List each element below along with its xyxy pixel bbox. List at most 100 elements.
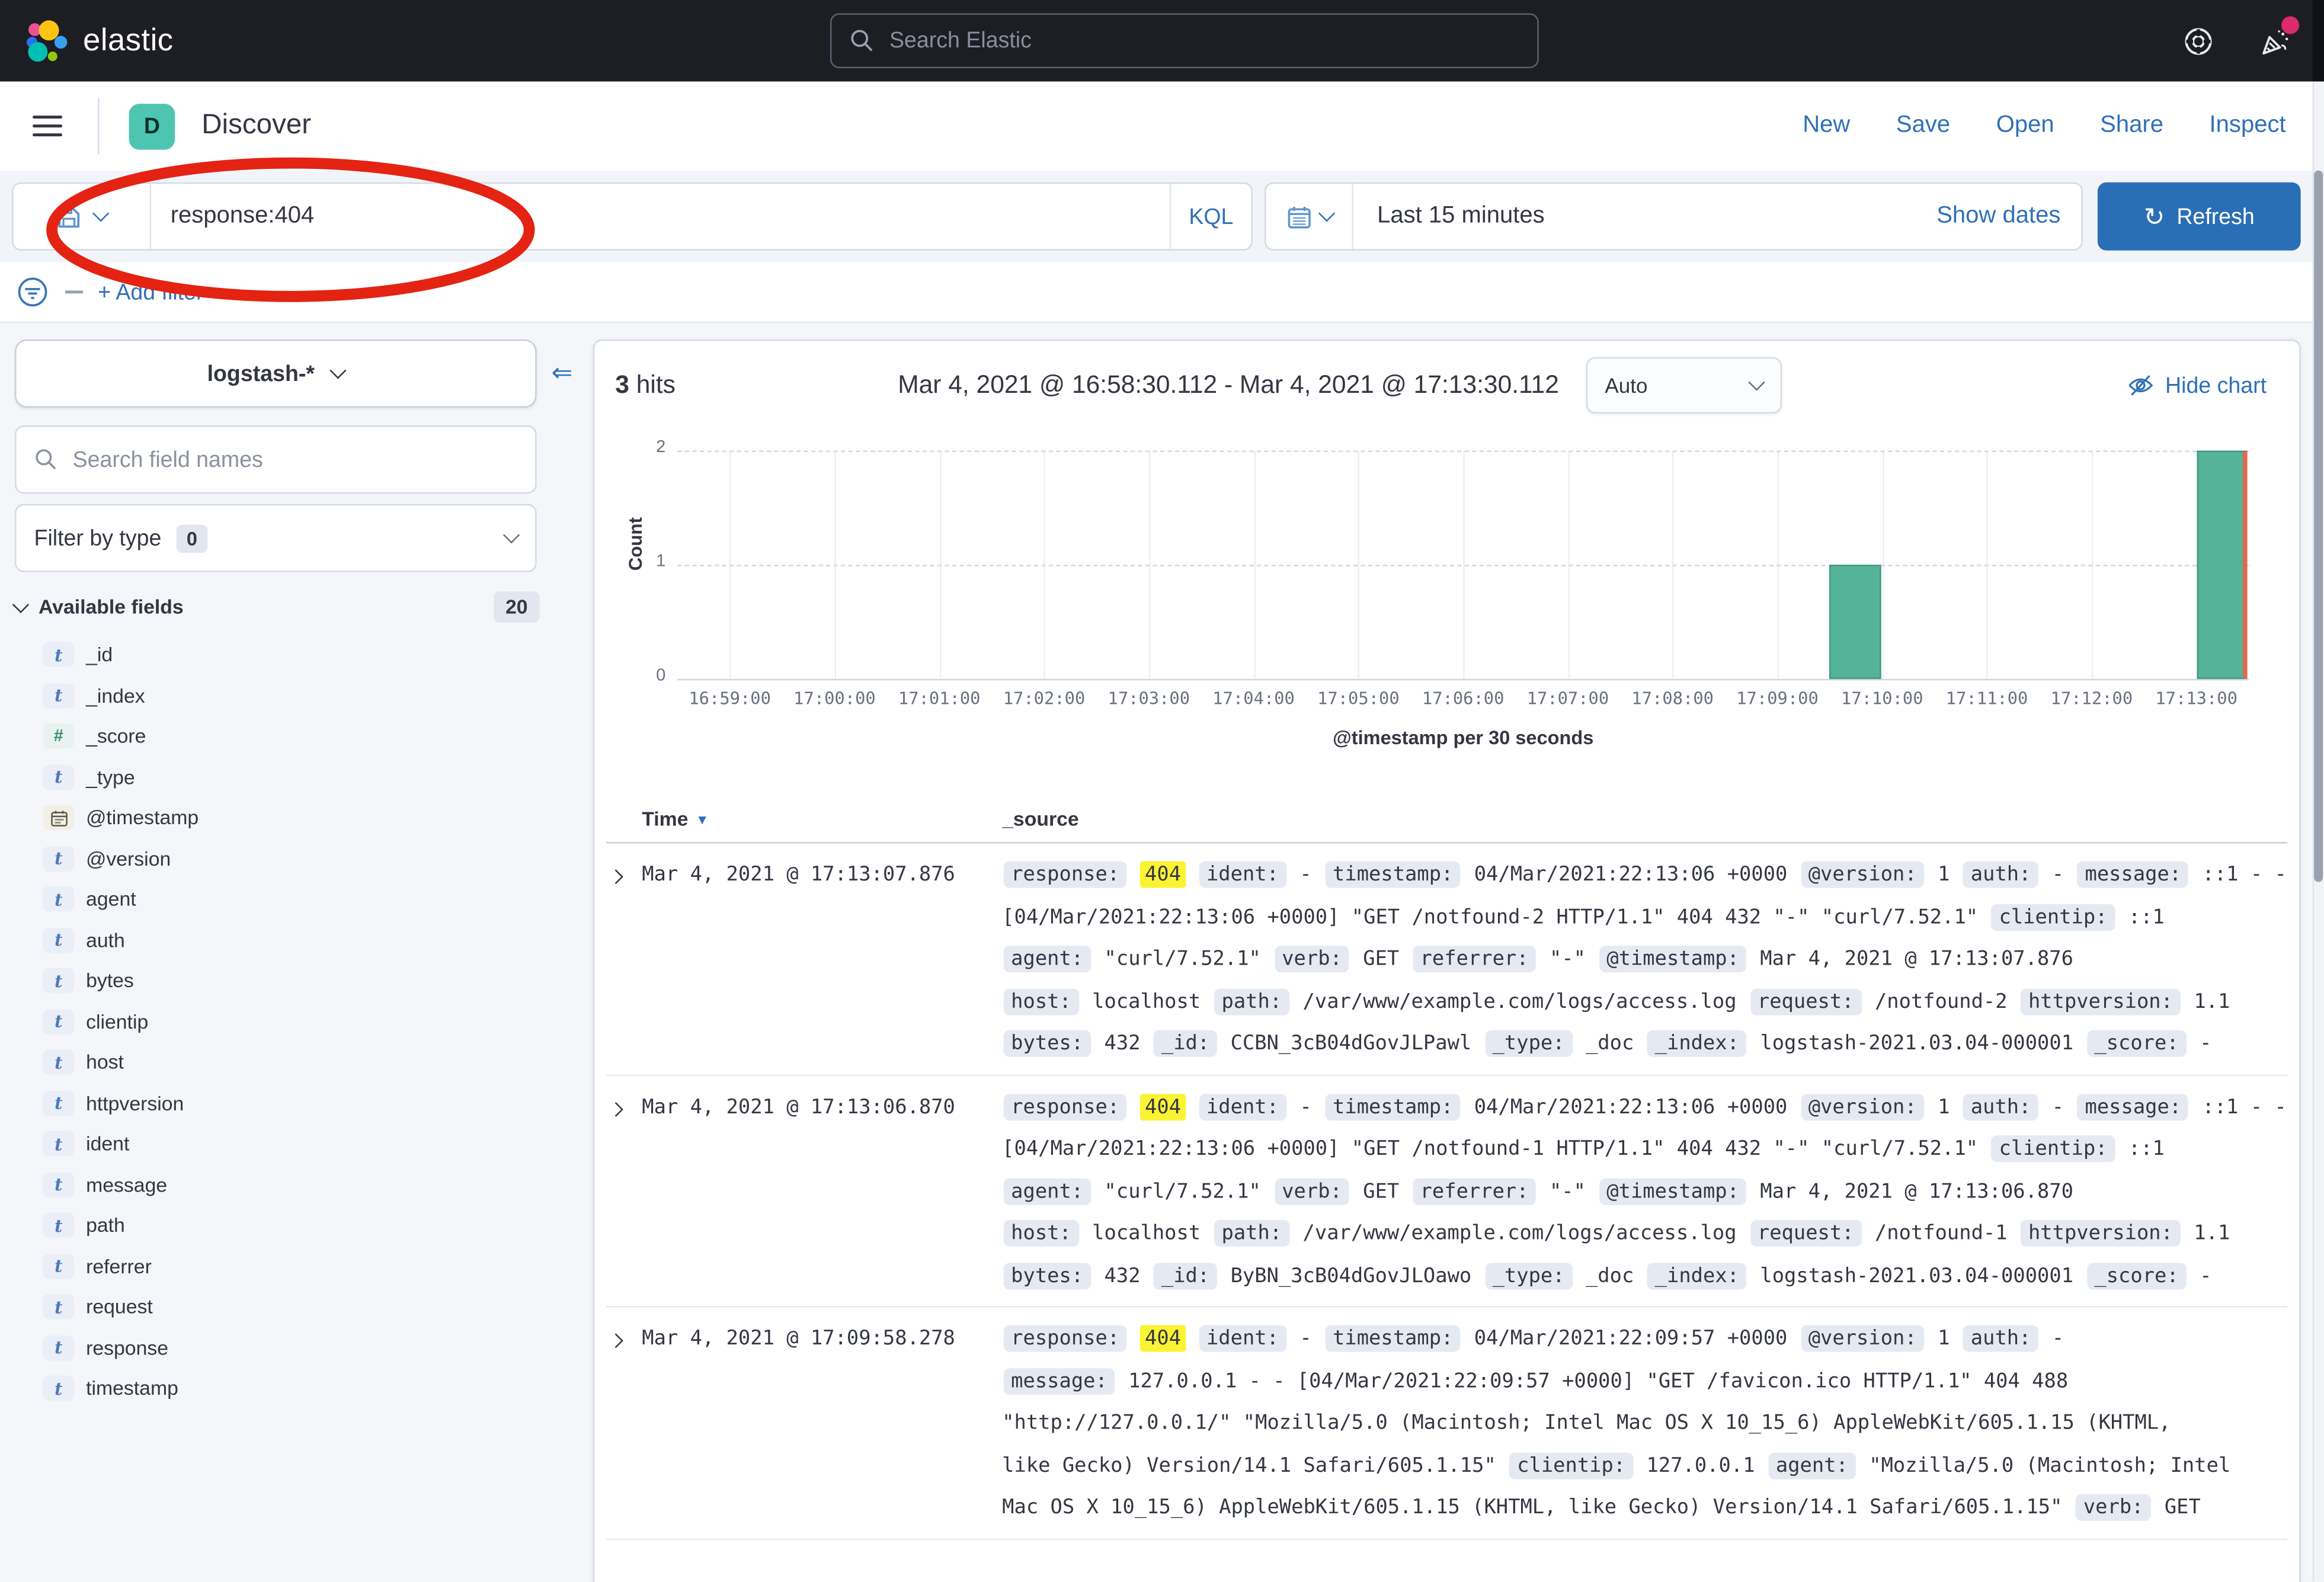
header-action-save[interactable]: Save <box>1896 113 1950 139</box>
field-item[interactable]: treferrer <box>15 1246 587 1287</box>
header-action-share[interactable]: Share <box>2100 113 2163 139</box>
expand-row-button[interactable] <box>606 1318 642 1529</box>
field-item[interactable]: thost <box>15 1042 587 1083</box>
source-text: "-" <box>1538 947 1598 971</box>
chart-plot-area: 16:59:0017:00:0017:01:0017:02:0017:03:00… <box>677 451 2249 681</box>
source-text: localhost <box>1080 989 1213 1013</box>
field-name: _type <box>86 766 135 789</box>
source-field-badge: auth: <box>1963 1325 2038 1352</box>
newsfeed-icon[interactable] <box>2259 24 2292 57</box>
available-fields-header[interactable]: Available fields 20 <box>15 591 540 623</box>
field-item[interactable]: tagent <box>15 879 587 920</box>
saved-query-menu-button[interactable] <box>14 184 152 249</box>
time-column-header[interactable]: Time ▼ <box>642 808 1002 830</box>
field-type-text-icon: t <box>43 642 75 668</box>
x-axis-label: @timestamp per 30 seconds <box>677 726 2249 749</box>
index-pattern-selector[interactable]: logstash-* <box>15 340 537 408</box>
source-field-badge: _id: <box>1154 1262 1217 1289</box>
field-type-text-icon: t <box>43 1295 75 1320</box>
field-item[interactable]: tauth <box>15 920 587 960</box>
divider <box>98 98 100 154</box>
source-text <box>1186 863 1198 886</box>
field-item[interactable]: tclientip <box>15 1001 587 1042</box>
source-field-badge: verb: <box>1275 1178 1350 1205</box>
search-icon <box>34 448 58 472</box>
source-text: - <box>1288 1095 1324 1119</box>
field-type-text-icon: t <box>43 1131 75 1157</box>
field-item[interactable]: thttpversion <box>15 1083 587 1123</box>
field-item[interactable]: tident <box>15 1123 587 1164</box>
hide-chart-button[interactable]: Hide chart <box>2127 372 2267 399</box>
highlighted-value: 404 <box>1141 861 1186 888</box>
field-search-input[interactable]: Search field names <box>15 425 537 494</box>
help-icon[interactable] <box>2182 24 2215 57</box>
field-item[interactable]: ttimestamp <box>15 1368 587 1409</box>
query-language-button[interactable]: KQL <box>1170 184 1251 249</box>
global-search-placeholder: Search Elastic <box>889 28 1032 54</box>
chart-x-tick-label: 17:07:00 <box>1516 688 1619 709</box>
field-list: t_idt_index#_scoret_type@timestampt@vers… <box>15 635 587 1409</box>
field-item[interactable]: tpath <box>15 1205 587 1246</box>
discover-app-badge[interactable]: D <box>129 103 175 149</box>
refresh-button[interactable]: ↻ Refresh <box>2098 182 2301 251</box>
row-time: Mar 4, 2021 @ 17:13:06.870 <box>642 1085 1002 1296</box>
scrollbar-thumb[interactable] <box>2314 171 2323 882</box>
field-item[interactable]: t@version <box>15 838 587 879</box>
source-field-badge: host: <box>1004 1220 1079 1247</box>
chart-bar[interactable] <box>1830 565 1881 679</box>
source-line: message: 127.0.0.1 - - [04/Mar/2021:22:0… <box>1002 1360 2287 1402</box>
eye-slash-icon <box>2127 372 2153 399</box>
field-name: ident <box>86 1133 129 1155</box>
header-action-open[interactable]: Open <box>1996 113 2054 139</box>
field-item[interactable]: t_index <box>15 675 587 716</box>
elastic-logo-icon <box>24 18 68 63</box>
field-type-number-icon: # <box>43 723 75 749</box>
chart-x-tick-label: 17:04:00 <box>1202 688 1305 709</box>
filter-by-type-dropdown[interactable]: Filter by type 0 <box>15 504 537 572</box>
source-field-badge: timestamp: <box>1326 1093 1461 1120</box>
query-input[interactable]: response:404 KQL <box>12 182 1253 251</box>
source-field-badge: ident: <box>1199 1325 1286 1352</box>
chart-time-range: Mar 4, 2021 @ 16:58:30.112 - Mar 4, 2021… <box>898 370 1559 400</box>
field-name: _id <box>86 643 113 666</box>
field-item[interactable]: t _id <box>15 635 587 675</box>
app-header: D Discover NewSaveOpenShareInspect <box>0 82 2324 171</box>
global-search-input[interactable]: Search Elastic <box>830 14 1539 69</box>
menu-icon[interactable] <box>33 110 62 142</box>
query-text[interactable]: response:404 <box>151 203 1170 230</box>
header-action-new[interactable]: New <box>1803 113 1850 139</box>
row-source: response: 404 ident: - timestamp: 04/Mar… <box>1002 854 2287 1065</box>
source-text: 432 <box>1092 1032 1153 1055</box>
field-item[interactable]: # _score <box>15 716 587 757</box>
field-item[interactable]: tresponse <box>15 1327 587 1368</box>
time-range-value[interactable]: Last 15 minutes <box>1353 203 1545 230</box>
field-item[interactable]: trequest <box>15 1286 587 1327</box>
source-field-badge: request: <box>1750 1220 1861 1247</box>
field-name: _score <box>86 725 146 748</box>
source-field-badge: _type: <box>1485 1030 1572 1057</box>
field-item[interactable]: tbytes <box>15 960 587 1001</box>
source-text: /notfound-2 <box>1863 989 2019 1013</box>
source-text: GET <box>1351 1179 1411 1203</box>
field-item[interactable]: tmessage <box>15 1164 587 1205</box>
add-filter-button[interactable]: + Add filter <box>98 280 203 305</box>
source-text: _doc <box>1574 1032 1646 1055</box>
source-text: - <box>1288 863 1324 886</box>
source-field-badge: response: <box>1004 861 1127 888</box>
field-name: referrer <box>86 1255 152 1277</box>
field-item[interactable]: t_type <box>15 757 587 798</box>
source-line: [04/Mar/2021:22:13:06 +0000] "GET /notfo… <box>1002 1128 2287 1170</box>
show-dates-button[interactable]: Show dates <box>1936 203 2081 230</box>
interval-select[interactable]: Auto <box>1586 357 1781 414</box>
header-action-inspect[interactable]: Inspect <box>2210 113 2286 139</box>
field-item[interactable]: @timestamp <box>15 798 587 838</box>
chart-bar[interactable] <box>2197 451 2248 679</box>
collapse-sidebar-icon[interactable]: ⇐ <box>552 358 573 388</box>
filter-icon[interactable] <box>15 274 50 310</box>
expand-row-button[interactable] <box>606 1085 642 1296</box>
field-type-text-icon: t <box>43 968 75 994</box>
field-name: host <box>86 1051 124 1074</box>
elastic-logo[interactable]: elastic <box>0 18 174 63</box>
date-quick-select-button[interactable] <box>1266 184 1353 249</box>
expand-row-button[interactable] <box>606 854 642 1065</box>
